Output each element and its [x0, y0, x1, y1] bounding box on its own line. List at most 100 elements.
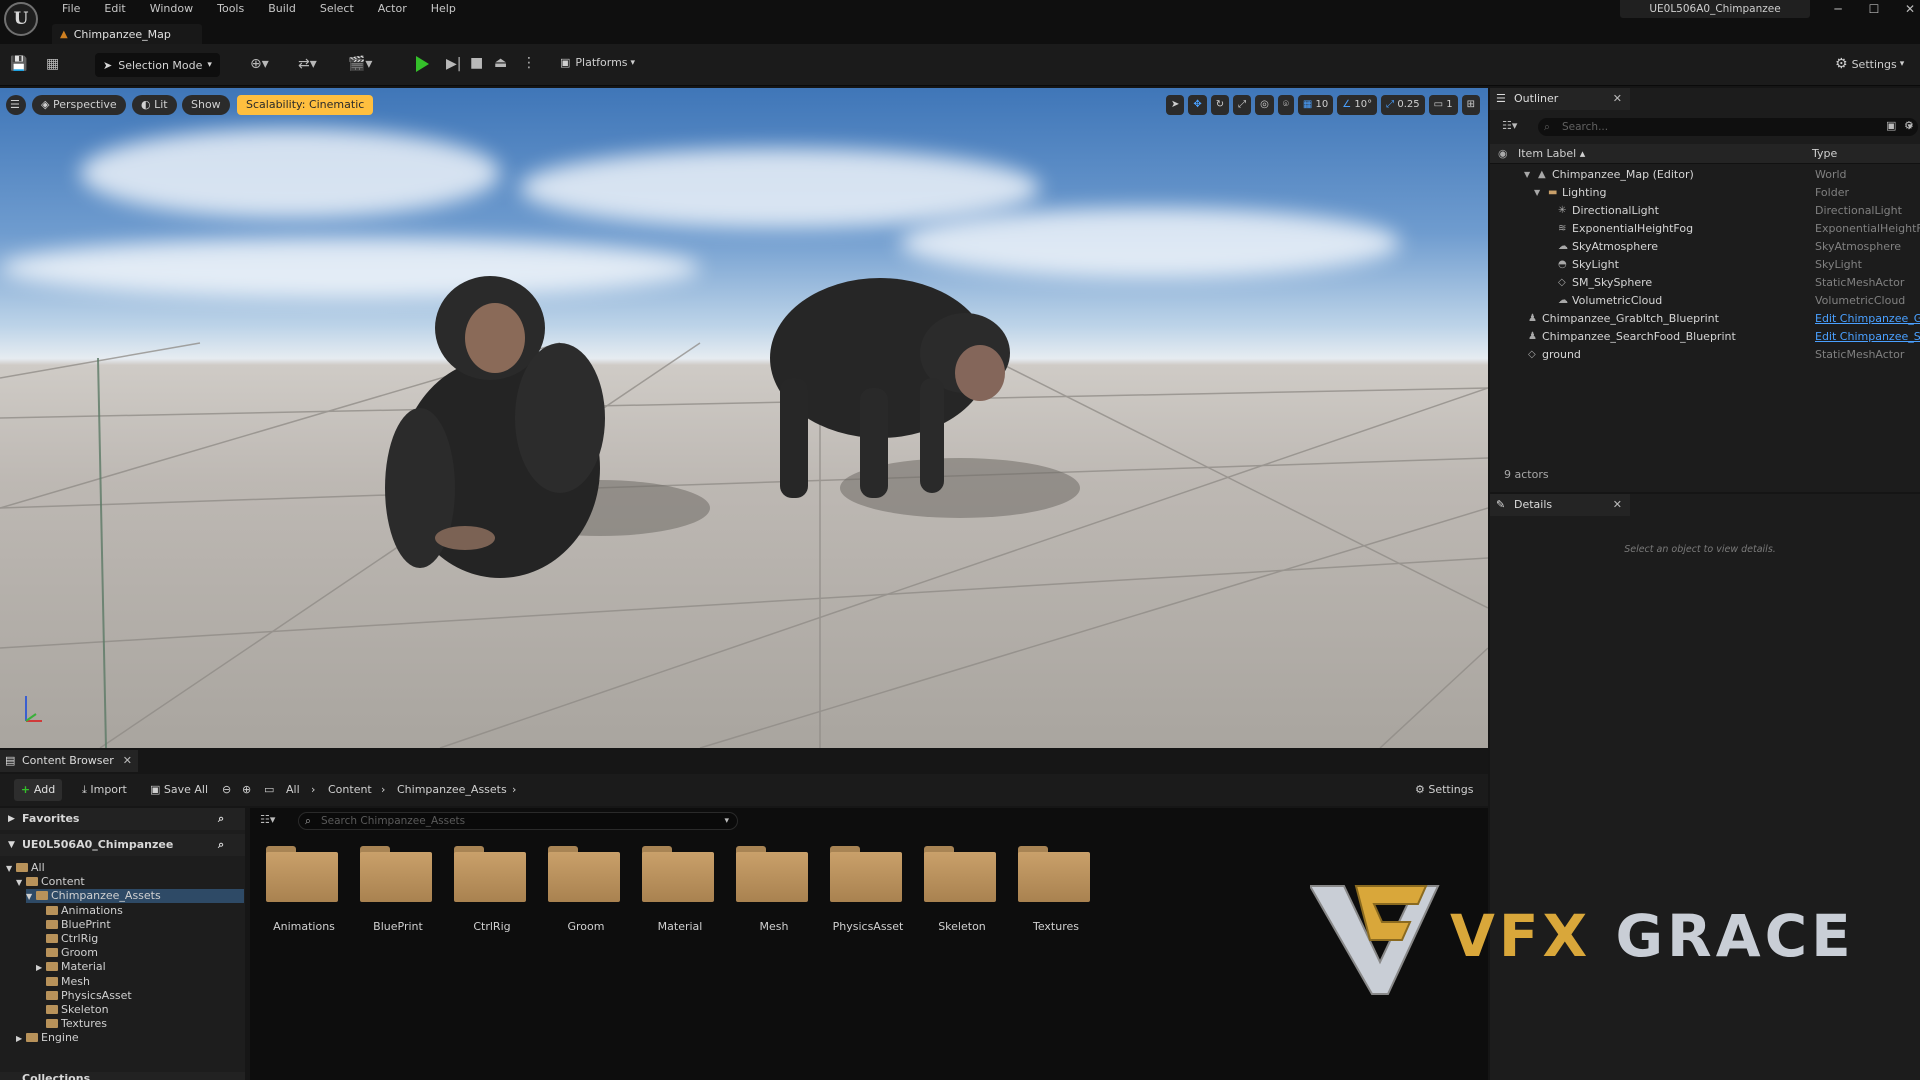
column-type[interactable]: Type	[1812, 147, 1837, 160]
folder-tree-item[interactable]: ▼ Chimpanzee_Assets	[26, 889, 244, 904]
search-icon[interactable]: ⌕	[218, 834, 224, 856]
folder-tree-item[interactable]: PhysicsAsset	[36, 989, 244, 1003]
close-icon[interactable]: ✕	[123, 750, 132, 772]
level-viewport[interactable]: ☰ ◈ Perspective ◐ Lit Show Scalability: …	[0, 88, 1488, 748]
asset-folder-tile[interactable]: Animations	[254, 846, 342, 936]
back-icon[interactable]: ⊖	[222, 783, 231, 796]
folder-tree-item[interactable]: Groom	[36, 946, 244, 960]
outliner-row[interactable]: ▼ ▲ Chimpanzee_Map (Editor) World	[1490, 166, 1920, 184]
content-icon[interactable]: ▦	[46, 56, 59, 72]
collections-header[interactable]: Collections	[0, 1072, 245, 1080]
expand-arrow-icon[interactable]: ▼	[16, 876, 26, 890]
folder-tree-item[interactable]: Skeleton	[36, 1003, 244, 1017]
import-button[interactable]: ⤓ Import	[82, 783, 127, 797]
viewport-menu-icon[interactable]: ☰	[6, 95, 26, 115]
scale-tool-icon[interactable]: ⤢	[1233, 95, 1252, 115]
platforms-button[interactable]: ▣ Platforms ▾	[560, 56, 635, 69]
asset-folder-tile[interactable]: Textures	[1006, 846, 1094, 936]
folder-tree-item[interactable]: Textures	[36, 1017, 244, 1031]
expand-arrow-icon[interactable]: ▼	[1524, 166, 1530, 184]
camera-speed-button[interactable]: ▭ 1	[1428, 95, 1458, 115]
asset-search-input[interactable]: ⌕ Search Chimpanzee_Assets ▾	[298, 812, 738, 830]
close-icon[interactable]: ✕	[1613, 494, 1622, 516]
expand-arrow-icon[interactable]: ▼	[1534, 184, 1540, 202]
outliner-row[interactable]: ◇ SM_SkySphere StaticMeshActor	[1490, 274, 1920, 292]
breadcrumb-chimpanzee-assets[interactable]: Chimpanzee_Assets	[397, 783, 507, 796]
edit-blueprint-link[interactable]: Edit Chimpanzee_Gra	[1815, 310, 1920, 328]
outliner-row[interactable]: ♟ Chimpanzee_SearchFood_Blueprint Edit Chi…	[1490, 328, 1920, 346]
menu-window[interactable]: Window	[138, 1, 205, 16]
folder-tree-item[interactable]: Animations	[36, 904, 244, 918]
asset-folder-tile[interactable]: Material	[630, 846, 718, 936]
cinematics-icon[interactable]: 🎬▾	[348, 56, 372, 72]
favorites-header[interactable]: ▶ Favorites ⌕	[0, 808, 245, 830]
close-icon[interactable]: ✕	[1892, 2, 1920, 16]
settings-button[interactable]: ⚙ Settings ▾	[1835, 56, 1904, 72]
expand-arrow-icon[interactable]: ▶	[16, 1032, 26, 1046]
gear-icon[interactable]: ⚙	[1904, 119, 1914, 132]
asset-folder-tile[interactable]: PhysicsAsset	[818, 846, 906, 936]
folder-tree-item[interactable]: CtrlRig	[36, 932, 244, 946]
more-options-icon[interactable]: ⋮	[522, 55, 536, 71]
folder-icon[interactable]: ▭	[264, 783, 274, 796]
perspective-button[interactable]: ◈ Perspective	[32, 95, 126, 115]
outliner-row[interactable]: ☁ SkyAtmosphere SkyAtmosphere	[1490, 238, 1920, 256]
expand-arrow-icon[interactable]: ▶	[36, 961, 46, 975]
eye-icon[interactable]: ◉	[1498, 147, 1508, 160]
asset-folder-tile[interactable]: Skeleton	[912, 846, 1000, 936]
menu-help[interactable]: Help	[419, 1, 468, 16]
menu-build[interactable]: Build	[256, 1, 308, 16]
lit-button[interactable]: ◐ Lit	[132, 95, 177, 115]
column-item-label[interactable]: Item Label ▴	[1518, 147, 1585, 160]
outliner-row[interactable]: ◇ ground StaticMeshActor	[1490, 346, 1920, 364]
show-button[interactable]: Show	[182, 95, 230, 115]
forward-icon[interactable]: ⊕	[242, 783, 251, 796]
outliner-row[interactable]: ☁ VolumetricCloud VolumetricCloud	[1490, 292, 1920, 310]
outliner-row[interactable]: ≋ ExponentialHeightFog ExponentialHeightFo…	[1490, 220, 1920, 238]
outliner-search-input[interactable]: ⌕ Search... ▾	[1538, 118, 1918, 136]
selection-mode-dropdown[interactable]: ➤ Selection Mode ▾	[95, 53, 220, 77]
rotation-snap-button[interactable]: ∠ 10°	[1337, 95, 1378, 115]
folder-tree-item[interactable]: Mesh	[36, 975, 244, 989]
select-tool-icon[interactable]: ➤	[1165, 95, 1185, 115]
filter-icon[interactable]: ☷▾	[260, 813, 275, 826]
breadcrumb-content[interactable]: Content	[328, 783, 372, 796]
outliner-tab[interactable]: ☰ Outliner ✕	[1490, 88, 1630, 110]
stop-icon[interactable]: ■	[470, 55, 483, 71]
outliner-row[interactable]: ◓ SkyLight SkyLight	[1490, 256, 1920, 274]
menu-select[interactable]: Select	[308, 1, 366, 16]
expand-arrow-icon[interactable]: ▼	[6, 862, 16, 876]
add-folder-icon[interactable]: ▣	[1886, 119, 1896, 132]
project-header[interactable]: ▼ UE0L506A0_Chimpanzee ⌕	[0, 834, 245, 856]
add-actor-icon[interactable]: ⊕▾	[250, 56, 269, 72]
breadcrumb-all[interactable]: All	[286, 783, 300, 796]
outliner-row[interactable]: ♟ Chimpanzee_GrabItch_Blueprint Edit Chimp…	[1490, 310, 1920, 328]
asset-folder-tile[interactable]: BluePrint	[348, 846, 436, 936]
scale-snap-button[interactable]: ⤢ 0.25	[1381, 95, 1425, 115]
folder-tree-item[interactable]: ▼ Content	[16, 875, 244, 889]
rotate-tool-icon[interactable]: ↻	[1210, 95, 1230, 115]
world-space-icon[interactable]: ◎	[1255, 95, 1274, 115]
expand-arrow-icon[interactable]: ▼	[26, 890, 36, 904]
outliner-row[interactable]: ✳ DirectionalLight DirectionalLight	[1490, 202, 1920, 220]
asset-folder-tile[interactable]: Mesh	[724, 846, 812, 936]
outliner-row[interactable]: ▼ ▬ Lighting Folder	[1490, 184, 1920, 202]
search-icon[interactable]: ⌕	[218, 808, 224, 830]
viewport-layout-icon[interactable]: ⊞	[1461, 95, 1480, 115]
scalability-badge[interactable]: Scalability: Cinematic	[237, 95, 374, 115]
minimize-icon[interactable]: ─	[1820, 2, 1856, 16]
chimpanzee-sitting[interactable]	[385, 276, 605, 578]
filter-icon[interactable]: ☷▾	[1502, 119, 1517, 132]
asset-folder-tile[interactable]: Groom	[536, 846, 624, 936]
translate-tool-icon[interactable]: ✥	[1188, 95, 1207, 115]
content-browser-tab[interactable]: ▤ Content Browser ✕	[0, 750, 138, 772]
edit-blueprint-link[interactable]: Edit Chimpanzee_Se	[1815, 328, 1920, 346]
details-tab[interactable]: ✎ Details ✕	[1490, 494, 1630, 516]
folder-tree-item[interactable]: ▶ Engine	[16, 1031, 244, 1045]
unreal-logo-icon[interactable]: U	[4, 2, 38, 36]
eject-icon[interactable]: ⏏	[494, 55, 507, 71]
menu-file[interactable]: File	[50, 1, 92, 16]
maximize-icon[interactable]: ☐	[1856, 2, 1892, 16]
map-tab[interactable]: ▲ Chimpanzee_Map	[52, 24, 202, 44]
blueprint-icon[interactable]: ⇄▾	[298, 56, 317, 72]
